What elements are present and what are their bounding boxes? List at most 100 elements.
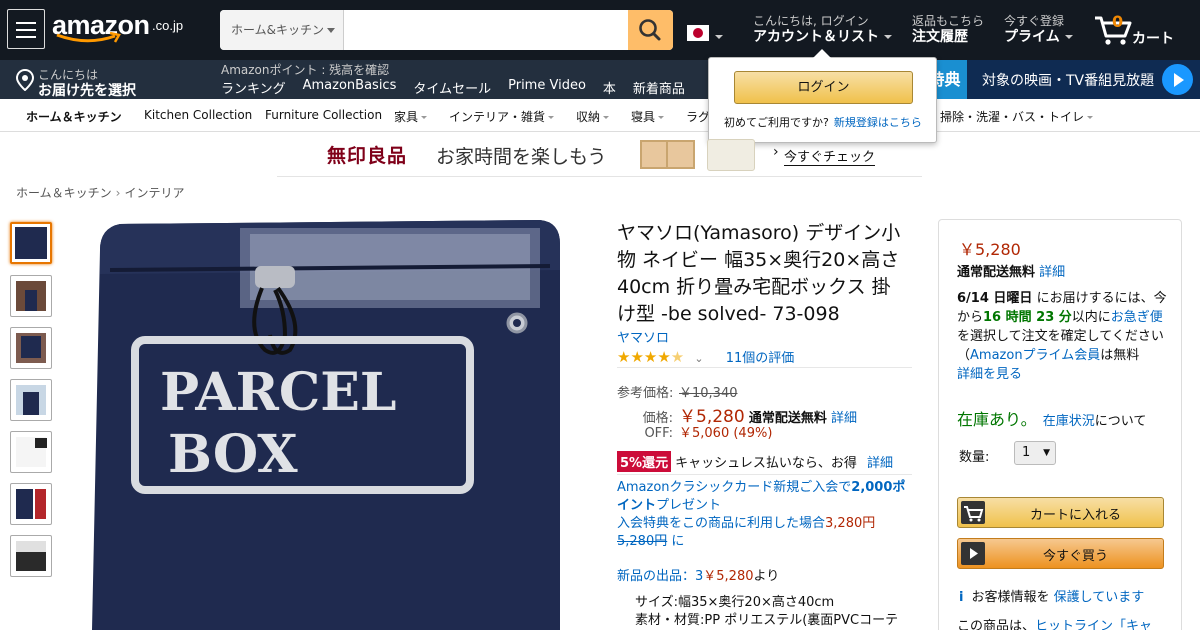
- prime-menu[interactable]: 今すぐ登録 プライム: [1004, 14, 1073, 46]
- banner-cta-link[interactable]: 今すぐチェック: [784, 146, 876, 166]
- express-delivery-link[interactable]: お急ぎ便: [1111, 310, 1163, 325]
- thumbnail-5[interactable]: [10, 431, 52, 473]
- star-rating-icon[interactable]: ★★★★★: [617, 348, 684, 366]
- product-main-image[interactable]: PARCEL BOX: [80, 210, 575, 630]
- subnav-link-amazonbasics[interactable]: AmazonBasics: [303, 78, 397, 97]
- add-to-cart-label: カートに入れる: [1029, 508, 1121, 523]
- muji-banner[interactable]: 無印良品 お家時間を楽しもう › 今すぐチェック: [277, 133, 922, 177]
- caret-down-icon: [1087, 116, 1094, 119]
- prime-member-link[interactable]: Amazonプライム会員: [970, 348, 1100, 363]
- category-furniture-collection[interactable]: Furniture Collection: [265, 108, 382, 122]
- thumbnail-1[interactable]: [10, 222, 52, 264]
- subnav-link-ranking[interactable]: ランキング: [221, 78, 286, 97]
- subnav-link-primevideo[interactable]: Prime Video: [508, 78, 586, 97]
- cashless-row: 5%還元 キャッシュレス払いなら、お得 詳細: [617, 451, 893, 472]
- quantity-select[interactable]: 1 ▼: [1014, 441, 1056, 465]
- thumbnail-6[interactable]: [10, 483, 52, 525]
- buy-now-button[interactable]: 今すぐ買う: [957, 538, 1164, 569]
- hamburger-menu-icon[interactable]: [7, 9, 45, 49]
- search-icon: [639, 19, 661, 41]
- divider: [617, 474, 912, 475]
- subnav-link-timesale[interactable]: タイムセール: [413, 78, 491, 97]
- cashless-text: キャッシュレス払いなら、お得: [675, 456, 857, 471]
- subnav-link-books[interactable]: 本: [603, 78, 616, 97]
- register-link[interactable]: 新規登録はこちら: [834, 116, 922, 129]
- price-table: 参考価格: ￥10,340 価格: ￥5,280 通常配送無料 詳細 OFF: ￥5,…: [617, 382, 857, 442]
- points-link[interactable]: Amazonポイント : 残高を確認: [221, 61, 389, 78]
- search-input[interactable]: [344, 10, 628, 50]
- search-button[interactable]: [628, 10, 673, 50]
- login-flyout: ログイン 初めてご利用ですか? 新規登録はこちら: [708, 49, 937, 143]
- search-category-select[interactable]: ホーム&キッチン: [220, 10, 344, 50]
- account-greeting: こんにちは, ログイン: [753, 14, 869, 28]
- caret-down-icon: [1064, 35, 1073, 39]
- chevron-down-icon[interactable]: ⌄: [694, 352, 703, 365]
- deliver-label: お届け先を選択: [38, 83, 136, 99]
- cart-link[interactable]: 0 カート: [1094, 12, 1180, 48]
- cart-count: 0: [1112, 12, 1124, 31]
- quantity-value: 1: [1022, 445, 1031, 460]
- category-interior[interactable]: インテリア・雑貨: [449, 108, 555, 125]
- caret-down-icon: [884, 35, 892, 39]
- thumbnail-2[interactable]: [10, 275, 52, 317]
- feature-item: サイズ:幅35×奥行20×高さ40cm: [635, 594, 905, 612]
- thumbnail-7[interactable]: [10, 535, 52, 577]
- buybox-price: ￥5,280: [959, 240, 1021, 259]
- orders-greeting: 返品もこちら: [912, 14, 985, 28]
- cashless-detail-link[interactable]: 詳細: [867, 456, 893, 471]
- cart-icon: [961, 501, 985, 524]
- orders-link[interactable]: 返品もこちら 注文履歴: [912, 14, 984, 46]
- category-furniture[interactable]: 家具: [394, 108, 428, 125]
- login-button[interactable]: ログイン: [734, 71, 913, 104]
- muji-logo: 無印良品: [327, 145, 408, 167]
- prime-video-promo[interactable]: 特典 対象の映画・TV番組見放題: [922, 60, 1200, 99]
- caret-down-icon: [327, 28, 335, 33]
- shelf-image: [640, 140, 695, 169]
- thumbnail-4[interactable]: [10, 379, 52, 421]
- delivery-info: 6/14 日曜日 にお届けするには、今から16 時間 23 分以内にお急ぎ便を選…: [957, 291, 1167, 382]
- logo-domain: .co.jp: [152, 18, 184, 33]
- review-count-link[interactable]: 11個の評価: [726, 351, 795, 366]
- add-to-cart-button[interactable]: カートに入れる: [957, 497, 1164, 528]
- japan-flag-icon[interactable]: [687, 25, 709, 41]
- rating-row: ★★★★★ ⌄ 11個の評価: [617, 347, 794, 366]
- list-price-label: 参考価格:: [617, 386, 674, 401]
- quantity-row: 数量: 1 ▼: [959, 441, 1056, 465]
- seller-link[interactable]: ヒットライン「キャ: [1035, 619, 1152, 630]
- caret-down-icon: [548, 116, 555, 119]
- category-home-kitchen[interactable]: ホーム＆キッチン: [26, 108, 122, 125]
- classic-card-promo[interactable]: Amazonクラシックカード新規ご入会で2,000ポイントプレゼント 入会特典を…: [617, 479, 912, 551]
- feature-item: 素材・材質:PP ポリエステル(裏面PVCコーテ: [635, 612, 905, 630]
- breadcrumb-item[interactable]: インテリア: [124, 186, 184, 200]
- new-offers-link[interactable]: 新品の出品：3￥5,280より: [617, 565, 779, 584]
- breadcrumb-item[interactable]: ホーム＆キッチン: [16, 186, 112, 200]
- new-customer-text: 初めてご利用ですか? 新規登録はこちら: [724, 116, 922, 129]
- search-bar: ホーム&キッチン: [220, 10, 673, 50]
- amazon-logo[interactable]: amazon .co.jp: [52, 10, 192, 50]
- subnav-links: ランキング AmazonBasics タイムセール Prime Video 本 …: [221, 78, 702, 97]
- product-image-text: PARCEL: [160, 362, 396, 423]
- list-price: ￥10,340: [679, 386, 738, 401]
- caret-down-icon: [603, 116, 610, 119]
- category-storage[interactable]: 収納: [576, 108, 610, 125]
- category-cleaning[interactable]: 掃除・洗濯・バス・トイレ: [940, 108, 1094, 125]
- delivery-detail-link[interactable]: 詳細を見る: [957, 367, 1022, 382]
- prime-label: プライム: [1004, 29, 1060, 45]
- brand-link[interactable]: ヤマソロ: [617, 327, 669, 346]
- category-kitchen-collection[interactable]: Kitchen Collection: [144, 108, 252, 122]
- top-nav: amazon .co.jp ホーム&キッチン こんにちは, ログイン アカウント…: [0, 0, 1200, 60]
- subnav-link-new[interactable]: 新着商品: [633, 78, 685, 97]
- chevron-right-icon: ›: [115, 186, 121, 200]
- stock-status-link[interactable]: 在庫状況: [1043, 414, 1095, 429]
- category-rug[interactable]: ラグ: [686, 108, 710, 125]
- category-bedding[interactable]: 寝具: [631, 108, 665, 125]
- account-label: アカウント＆リスト: [753, 29, 879, 45]
- account-menu[interactable]: こんにちは, ログイン アカウント＆リスト: [753, 14, 892, 46]
- item-seller-info: この商品は、ヒットライン「キャ: [957, 615, 1152, 630]
- thumbnail-3[interactable]: [10, 327, 52, 369]
- caret-down-icon: [715, 35, 723, 39]
- caret-down-icon: ▼: [1043, 448, 1050, 458]
- secure-link[interactable]: 保護しています: [1054, 590, 1145, 605]
- shipping-detail-link[interactable]: 詳細: [1039, 265, 1065, 280]
- product-image-text: BOX: [168, 424, 298, 485]
